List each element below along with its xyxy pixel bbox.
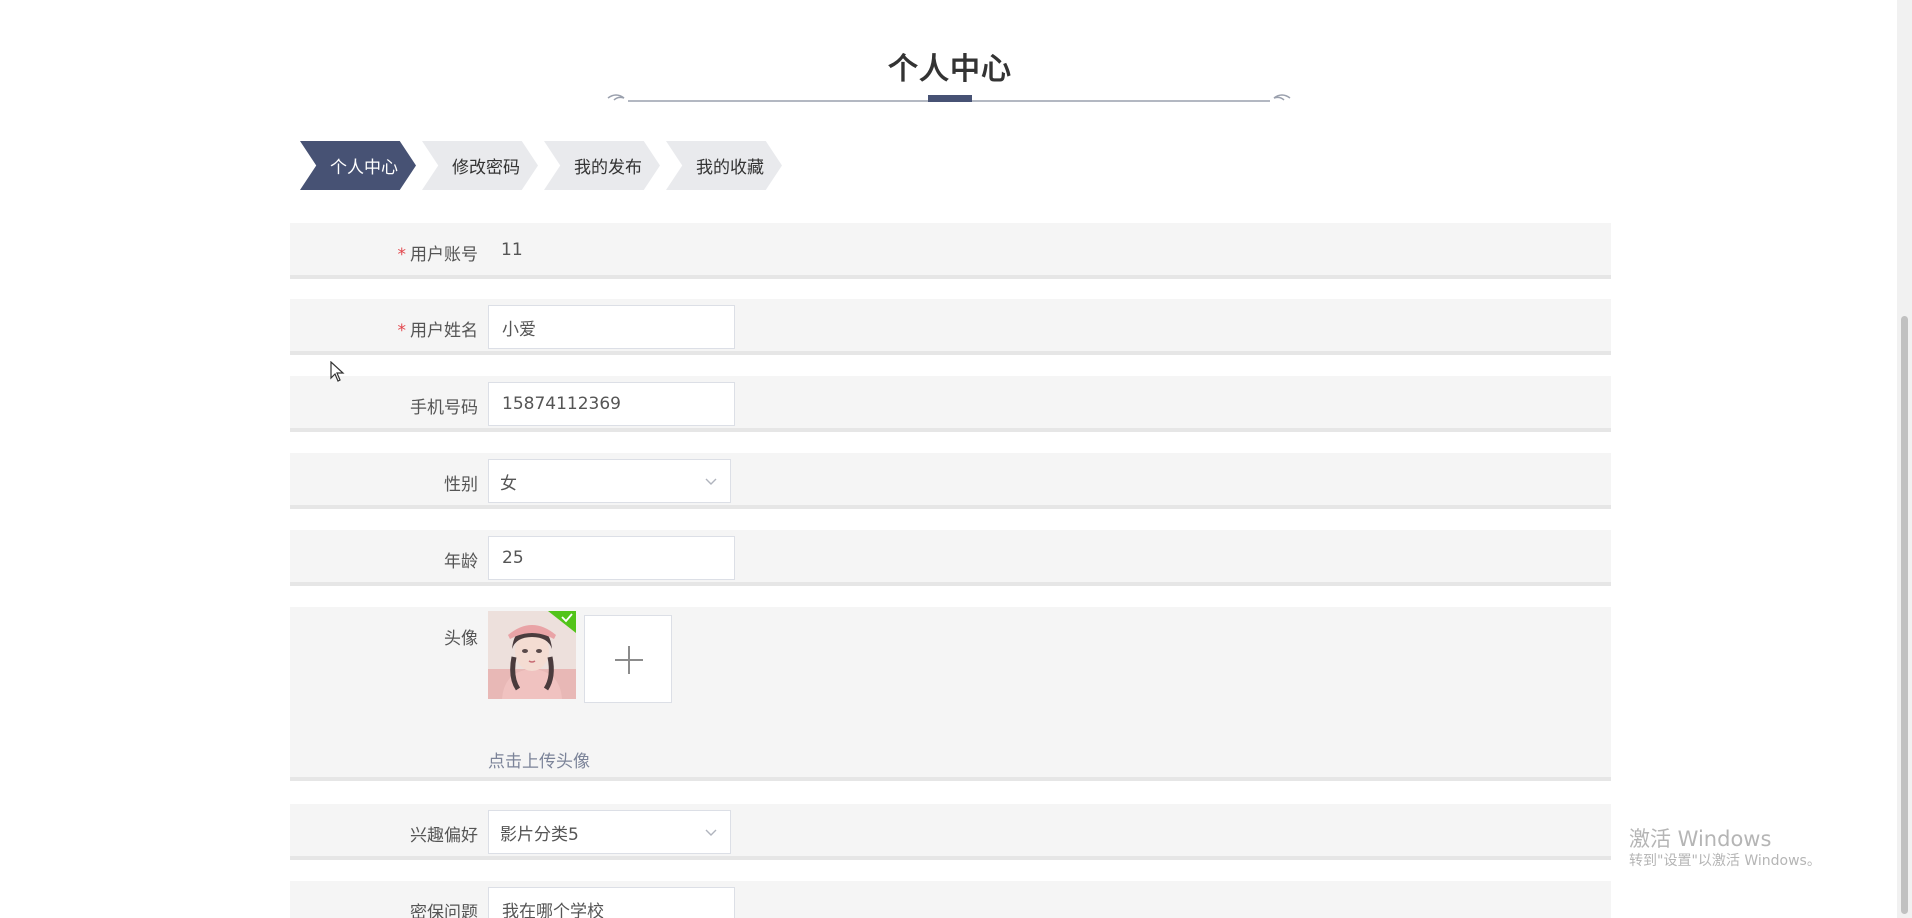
tab-label: 我的收藏 bbox=[696, 158, 764, 178]
page-scrollbar[interactable] bbox=[1897, 0, 1912, 918]
account-value: 11 bbox=[501, 240, 523, 260]
avatar-upload-button[interactable] bbox=[584, 615, 672, 703]
interest-label: 兴趣偏好 bbox=[410, 826, 478, 846]
avatar-label: 头像 bbox=[444, 629, 478, 649]
form-row-avatar: 头像 点击上传头像 bbox=[290, 607, 1611, 781]
security-question-input[interactable]: 我在哪个学校 bbox=[488, 887, 735, 918]
check-icon bbox=[548, 611, 576, 633]
avatar-upload-hint[interactable]: 点击上传头像 bbox=[488, 747, 590, 772]
chevron-down-icon bbox=[705, 478, 717, 485]
phone-input[interactable]: 15874112369 bbox=[488, 382, 735, 426]
gender-selected-value: 女 bbox=[500, 473, 517, 494]
age-input[interactable]: 25 bbox=[488, 536, 735, 580]
tab-label: 我的发布 bbox=[574, 158, 642, 178]
page-title: 个人中心 bbox=[888, 52, 1012, 87]
tab-my-favorites[interactable]: 我的收藏 bbox=[666, 141, 782, 190]
gender-label: 性别 bbox=[444, 475, 478, 495]
tab-label: 个人中心 bbox=[330, 158, 398, 178]
form-row-security-question: 密保问题 我在哪个学校 bbox=[290, 881, 1611, 918]
title-divider-ornament bbox=[607, 94, 1291, 102]
plus-icon bbox=[615, 646, 643, 674]
account-label-text: 用户账号 bbox=[410, 245, 478, 265]
required-mark: * bbox=[397, 245, 407, 265]
form-row-phone: 手机号码 15874112369 bbox=[290, 376, 1611, 432]
name-label: * 用户姓名 bbox=[290, 316, 479, 341]
phone-label: 手机号码 bbox=[410, 398, 478, 418]
interest-selected-value: 影片分类5 bbox=[500, 824, 579, 845]
age-label: 年龄 bbox=[444, 552, 478, 572]
avatar-image[interactable] bbox=[488, 611, 576, 699]
tab-change-password[interactable]: 修改密码 bbox=[422, 141, 538, 190]
tab-label: 修改密码 bbox=[452, 158, 520, 178]
account-label: * 用户账号 bbox=[290, 240, 479, 265]
chevron-down-icon bbox=[705, 829, 717, 836]
name-input[interactable]: 小爱 bbox=[488, 305, 735, 349]
tab-personal-center[interactable]: 个人中心 bbox=[300, 141, 416, 190]
gender-select[interactable]: 女 bbox=[488, 459, 731, 503]
form-row-account: * 用户账号 11 bbox=[290, 223, 1611, 279]
profile-tabs: 个人中心 修改密码 我的发布 我的收藏 bbox=[300, 141, 800, 191]
form-row-interest: 兴趣偏好 影片分类5 bbox=[290, 804, 1611, 860]
form-row-gender: 性别 女 bbox=[290, 453, 1611, 509]
mouse-cursor-icon bbox=[330, 361, 345, 382]
activate-windows-subtitle: 转到"设置"以激活 Windows。 bbox=[1629, 853, 1821, 869]
required-mark: * bbox=[397, 321, 407, 341]
security-question-label: 密保问题 bbox=[410, 903, 478, 918]
app-root: 个人中心 个人中心 修改密码 我的发布 我的收藏 * 用户账号 11 * 用户姓… bbox=[0, 0, 1912, 918]
tab-my-posts[interactable]: 我的发布 bbox=[544, 141, 660, 190]
activate-windows-title: 激活 Windows bbox=[1629, 827, 1772, 851]
name-label-text: 用户姓名 bbox=[410, 321, 478, 341]
form-row-name: * 用户姓名 小爱 bbox=[290, 299, 1611, 355]
interest-select[interactable]: 影片分类5 bbox=[488, 810, 731, 854]
scrollbar-thumb[interactable] bbox=[1901, 316, 1908, 914]
form-row-age: 年龄 25 bbox=[290, 530, 1611, 586]
